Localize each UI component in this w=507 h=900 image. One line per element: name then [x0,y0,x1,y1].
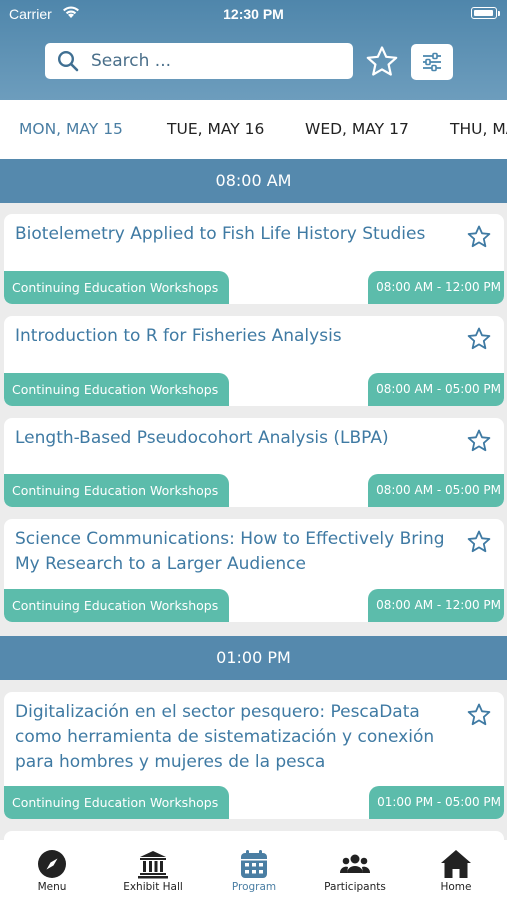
nav-label: Participants [324,881,386,893]
time-header: 08:00 AM [0,159,507,203]
session-title: Length-Based Pseudocohort Analysis (LBPA… [15,428,389,448]
app-header: Carrier 12:30 PM Search ... [0,0,507,100]
track-badge: Continuing Education Workshops [4,373,229,406]
track-badge: Continuing Education Workshops [4,589,229,622]
session-time-badge: 08:00 AM - 12:00 PM [368,271,504,304]
nav-label: Home [440,881,472,893]
people-icon [340,854,370,873]
track-badge: Continuing Education Workshops [4,786,229,819]
favorites-star-icon[interactable] [364,44,400,80]
nav-participants[interactable]: Participants [305,840,405,900]
session-time-badge: 08:00 AM - 12:00 PM [368,589,504,622]
star-icon[interactable] [466,529,492,555]
session-card[interactable]: Digitalización en el sector pesquero: Pe… [4,692,504,819]
session-title: Introduction to R for Fisheries Analysis [15,326,342,346]
star-icon[interactable] [466,428,492,454]
star-icon[interactable] [466,702,492,728]
search-icon [57,50,79,72]
battery-tip [498,11,500,16]
filter-button[interactable] [411,44,453,80]
star-icon[interactable] [466,224,492,250]
search-input[interactable]: Search ... [45,43,353,79]
tab-mon-may-15[interactable]: MON, MAY 15 [19,100,123,159]
home-icon [441,850,471,878]
session-card[interactable]: Biotelemetry Applied to Fish Life Histor… [4,214,504,304]
star-icon[interactable] [466,326,492,352]
status-time: 12:30 PM [223,6,284,22]
session-time-badge: 08:00 AM - 05:00 PM [368,474,504,507]
nav-label: Exhibit Hall [123,881,183,893]
session-time-badge: 01:00 PM - 05:00 PM [369,786,504,819]
nav-menu[interactable]: Menu [2,840,102,900]
time-header: 01:00 PM [0,636,507,680]
session-title: Science Communications: How to Effective… [15,529,445,574]
nav-home[interactable]: Home [406,840,506,900]
nav-exhibit-hall[interactable]: Exhibit Hall [103,840,203,900]
session-card[interactable]: Science Communications: How to Effective… [4,519,504,622]
session-title: Digitalización en el sector pesquero: Pe… [15,702,435,772]
tab-thu-may-18[interactable]: THU, MAY 18 [450,100,507,159]
tab-wed-may-17[interactable]: WED, MAY 17 [305,100,409,159]
nav-program[interactable]: Program [204,840,304,900]
track-badge: Continuing Education Workshops [4,474,229,507]
tab-tue-may-16[interactable]: TUE, MAY 16 [167,100,264,159]
sliders-icon [423,52,441,72]
building-icon [138,851,168,879]
battery-icon [471,7,497,19]
session-card[interactable]: Length-Based Pseudocohort Analysis (LBPA… [4,418,504,507]
status-bar: Carrier 12:30 PM [0,0,507,28]
calendar-icon [241,850,267,878]
session-time-badge: 08:00 AM - 05:00 PM [368,373,504,406]
bottom-nav: Menu Exhibit Hall Program Participants H… [0,840,507,900]
search-placeholder: Search ... [91,51,172,71]
compass-icon [38,850,66,878]
session-card[interactable]: Introduction to R for Fisheries Analysis… [4,316,504,406]
track-badge: Continuing Education Workshops [4,271,229,304]
nav-label: Menu [37,881,67,893]
nav-label: Program [231,881,277,893]
date-tabs: MON, MAY 15 TUE, MAY 16 WED, MAY 17 THU,… [0,100,507,159]
session-title: Biotelemetry Applied to Fish Life Histor… [15,224,426,244]
